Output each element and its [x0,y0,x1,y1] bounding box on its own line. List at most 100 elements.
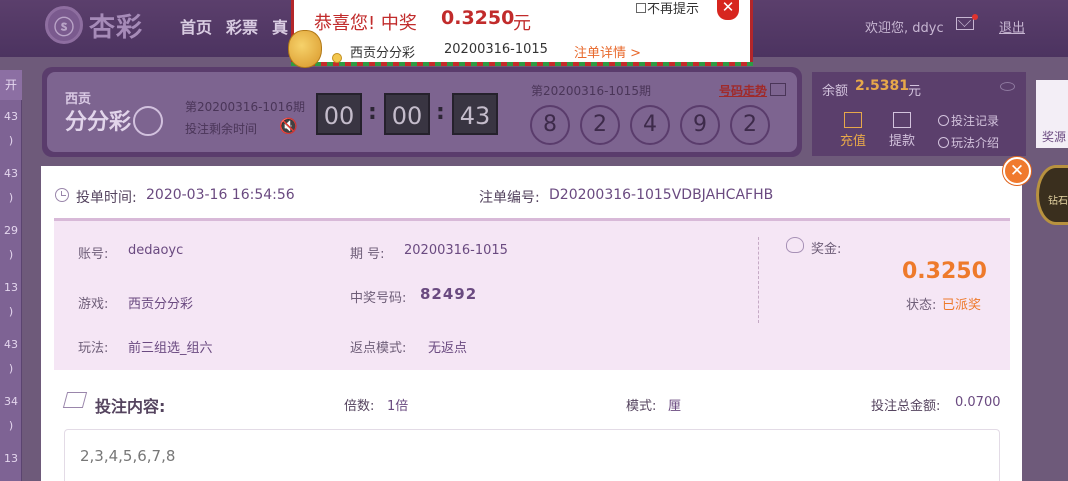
mode-label: 模式: [626,399,657,414]
account-panel: 余额 2.5381 元 充值 提款 投注记录 玩法介绍 [812,72,1026,156]
bet-numbers: 2,3,4,5,6,7,8 [80,447,176,465]
multiple-label: 倍数: [344,399,375,414]
mode-value: 厘 [668,399,682,414]
medal-text: 钻石 [1048,196,1068,207]
checkbox-icon[interactable] [636,3,646,13]
game-label: 游戏: [78,297,109,312]
unread-dot [972,14,978,20]
bet-record-link[interactable]: 投注记录 [938,112,999,129]
rebate-label: 返点模式: [350,341,407,356]
multiple-value: 1倍 [387,399,409,414]
draw-ball: 9 [680,105,720,145]
dont-show-again-checkbox[interactable]: 不再提示 [636,0,699,17]
next-issue: 第20200316-1016期 [185,100,305,114]
withdraw-button[interactable]: 提款 [889,112,915,149]
logo-icon: ⓢ [45,6,83,44]
coin-icon [332,53,342,63]
withdraw-label: 提款 [889,134,916,149]
total-amount-label: 投注总金额: [871,399,941,414]
order-number-value: D20200316-1015VDBJAHCAFHB [549,187,774,203]
rules-link[interactable]: 玩法介绍 [938,134,999,151]
remaining-time-label: 投注剩余时间 [185,122,258,136]
draw-ball: 8 [530,105,570,145]
mail-icon[interactable] [956,17,974,30]
strip-number: 13 [4,452,18,465]
bet-time-value: 2020-03-16 16:54:56 [146,187,295,203]
total-amount-value: 0.0700 [955,395,1001,410]
last-issue: 第20200316-1015期 [531,84,651,98]
prize-value: 0.3250 [902,259,987,284]
strip-number: 43 [4,167,18,180]
logo-text: 杏彩 [89,12,144,43]
countdown-seconds: 43 [452,93,498,135]
bet-detail-modal: 投单时间: 2020-03-16 16:54:56 注单编号: D2020031… [41,166,1022,481]
help-icon [938,137,949,148]
strip-number: ) [8,191,14,204]
notification-close-button[interactable]: ✕ [717,0,739,20]
nav-live[interactable]: 真 [272,14,288,38]
draw-panel: 西贡 分分彩 第20200316-1016期 投注剩余时间 🔇 00 : 00 … [42,67,802,157]
promo-text: 奖源 [1042,130,1067,144]
wallet-icon [893,112,911,128]
countdown-hours: 00 [316,93,362,135]
dont-show-again-label: 不再提示 [647,2,700,17]
countdown-minutes: 00 [384,93,430,135]
strip-number: ) [8,134,14,147]
deposit-button[interactable]: 充值 [840,112,866,149]
bet-detail-link[interactable]: 注单详情 > [574,42,641,61]
winning-number-value: 82492 [420,285,478,303]
number-trend-link[interactable]: 号码走势 [719,82,767,99]
left-results-strip: 开 43 ) 43 ) 29 ) 13 ) 43 ) 34 ) 13 [0,70,22,481]
bet-time-label: 投单时间: [76,190,137,206]
rules-label: 玩法介绍 [951,136,1000,150]
notification-amount: 0.3250 [441,7,515,29]
strip-tab[interactable]: 开 [0,70,22,100]
play-value: 前三组选_组六 [128,341,213,356]
hide-balance-icon[interactable] [1000,82,1015,91]
modal-close-button[interactable]: ✕ [1003,157,1031,185]
nav-lottery[interactable]: 彩票 [226,14,258,38]
deposit-label: 充值 [840,134,867,149]
bet-content-box: 2,3,4,5,6,7,8 [64,429,1000,481]
draw-ball: 2 [730,105,770,145]
issue-label: 期 号: [350,247,385,262]
money-bag-icon [786,237,804,253]
issue-value: 20200316-1015 [404,243,508,258]
bet-info-section: 账号: dedaoyc 期 号: 20200316-1015 游戏: 西贡分分彩… [54,218,1010,370]
winning-number-label: 中奖号码: [350,291,407,306]
win-notification: 恭喜您! 中奖 0.3250 元 不再提示 ✕ 西贡分分彩 20200316-1… [291,0,753,66]
game-badge-name: 分分彩 [65,110,132,135]
strip-number: 13 [4,281,18,294]
money-bag-icon [288,30,322,68]
strip-number: 34 [4,395,18,408]
draw-ball: 4 [630,105,670,145]
strip-number: ) [8,419,14,432]
site-logo[interactable]: ⓢ 杏彩 [45,6,143,44]
prize-label: 奖金: [811,242,842,257]
notification-issue: 20200316-1015 [444,42,548,57]
info-divider [758,237,759,323]
bet-record-label: 投注记录 [951,114,1000,128]
strip-number: 43 [4,338,18,351]
logout-link[interactable]: 退出 [999,17,1025,36]
balance-unit: 元 [908,84,922,99]
nav-home[interactable]: 首页 [180,14,212,38]
notification-title: 恭喜您! 中奖 [314,13,417,34]
clock-icon [938,115,949,126]
strip-number: ) [8,362,14,375]
mute-icon[interactable]: 🔇 [279,117,298,135]
game-value: 西贡分分彩 [128,297,194,312]
draw-panel-inner: 西贡 分分彩 第20200316-1016期 投注剩余时间 🔇 00 : 00 … [47,72,797,152]
countdown-separator: : [436,100,445,125]
account-label: 账号: [78,247,109,262]
ticket-icon [62,392,88,408]
countdown-separator: : [368,100,377,125]
deposit-icon [844,112,862,128]
draw-ball: 2 [580,105,620,145]
status-label: 状态: [906,298,937,313]
clock-ring-icon [133,106,163,136]
balance-label: 余额 [822,84,849,99]
trend-chart-icon[interactable] [770,83,786,96]
status-value: 已派奖 [942,298,982,313]
main-nav: 首页 彩票 真 [180,14,288,38]
